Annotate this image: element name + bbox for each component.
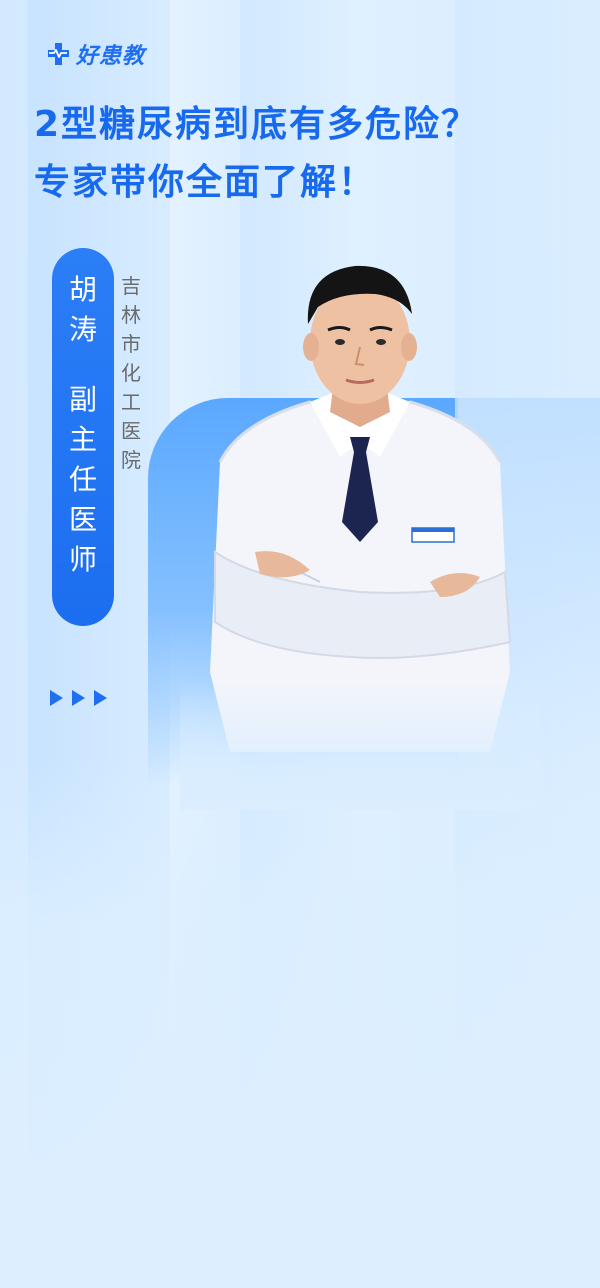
hospital-char: 化 [121,361,141,385]
brand-logo: 好患教 [46,38,145,70]
title-char: 副 [68,383,97,416]
title-char: 任 [68,463,97,496]
title-char: 医 [68,503,97,536]
play-arrow-icon [94,690,107,706]
brand-name: 好患教 [76,44,146,69]
name-char: 涛 [68,313,97,346]
name-char: 胡 [68,273,97,306]
play-arrow-icon [50,690,63,706]
hospital-char: 院 [121,448,141,472]
title-line-2: 专家带你全面了解！ [34,162,377,203]
hospital-char: 工 [121,390,141,414]
play-arrow-icon [72,690,85,706]
hospital-char: 医 [121,419,141,443]
page-title: 2型糖尿病到底有多危险？ 专家带你全面了解！ [34,96,584,212]
title-line-1: 2型糖尿病到底有多危险？ [34,104,480,145]
title-char: 师 [68,543,97,576]
hospital-name: 吉 林 市 化 工 医 院 [118,272,144,475]
title-char: 主 [68,423,97,456]
bottom-fade [0,760,600,1288]
doctor-name-badge: 胡 涛 副 主 任 医 师 [52,248,114,626]
arrow-group [50,690,107,706]
doctor-title: 副 主 任 医 师 [69,380,97,580]
doctor-portrait [210,265,512,752]
hospital-char: 林 [121,303,141,327]
hospital-char: 吉 [121,274,141,298]
doctor-name: 胡 涛 [69,270,97,350]
hospital-char: 市 [121,332,141,356]
medical-cross-icon [48,43,69,65]
